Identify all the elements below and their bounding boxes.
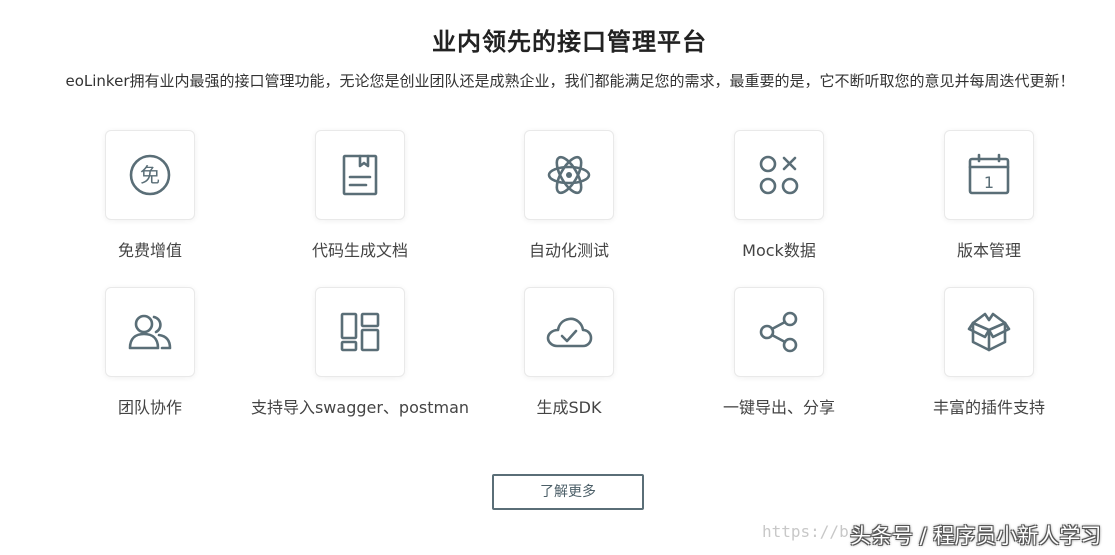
free-icon: 免: [129, 154, 171, 196]
feature-plugins-box[interactable]: [944, 287, 1034, 377]
feature-team: 团队协作: [40, 287, 260, 427]
share-icon: [759, 311, 798, 353]
feature-label: 自动化测试: [528, 241, 609, 260]
feature-version-box[interactable]: 1: [944, 130, 1034, 220]
calendar-icon: 1: [968, 153, 1010, 195]
box-icon: [967, 312, 1011, 352]
feature-label: 支持导入swagger、postman: [250, 398, 470, 417]
feature-free-box[interactable]: 免: [105, 130, 195, 220]
feature-autotest: 自动化测试: [459, 130, 679, 270]
team-icon: [128, 314, 172, 350]
feature-team-box[interactable]: [105, 287, 195, 377]
feature-label: 免费增值: [117, 241, 182, 260]
layout-icon: [340, 312, 380, 352]
watermark-brand: 头条号 / 程序员小新人学习: [850, 524, 1102, 548]
document-icon: [342, 154, 378, 196]
feature-label: 一键导出、分享: [722, 398, 835, 417]
feature-label: 丰富的插件支持: [932, 398, 1045, 417]
atom-icon: [547, 155, 591, 195]
feature-free: 免 免费增值: [40, 130, 260, 270]
svg-text:1: 1: [984, 173, 994, 192]
feature-label: Mock数据: [742, 241, 816, 260]
page-title: 业内领先的接口管理平台: [432, 28, 707, 56]
feature-label: 版本管理: [956, 241, 1021, 260]
feature-mock: Mock数据: [669, 130, 889, 270]
feature-share: 一键导出、分享: [669, 287, 889, 427]
feature-sdk: 生成SDK: [459, 287, 679, 427]
feature-label: 生成SDK: [536, 398, 602, 417]
svg-text:免: 免: [140, 163, 160, 187]
feature-mock-box[interactable]: [734, 130, 824, 220]
page-subtitle: eoLinker拥有业内最强的接口管理功能，无论您是创业团队还是成熟企业，我们都…: [65, 72, 1075, 90]
cloud-check-icon: [546, 317, 593, 348]
feature-import: 支持导入swagger、postman: [250, 287, 470, 427]
feature-autotest-box[interactable]: [524, 130, 614, 220]
feature-share-box[interactable]: [734, 287, 824, 377]
feature-import-box[interactable]: [315, 287, 405, 377]
feature-label: 代码生成文档: [311, 241, 408, 260]
feature-version: 1 版本管理: [879, 130, 1099, 270]
feature-plugins: 丰富的插件支持: [879, 287, 1099, 427]
feature-sdk-box[interactable]: [524, 287, 614, 377]
learn-more-button[interactable]: 了解更多: [492, 474, 644, 510]
feature-label: 团队协作: [117, 398, 182, 417]
shapes-icon: [759, 155, 799, 195]
feature-docs: 代码生成文档: [250, 130, 470, 270]
watermark-url: https://b: [762, 522, 849, 541]
feature-docs-box[interactable]: [315, 130, 405, 220]
